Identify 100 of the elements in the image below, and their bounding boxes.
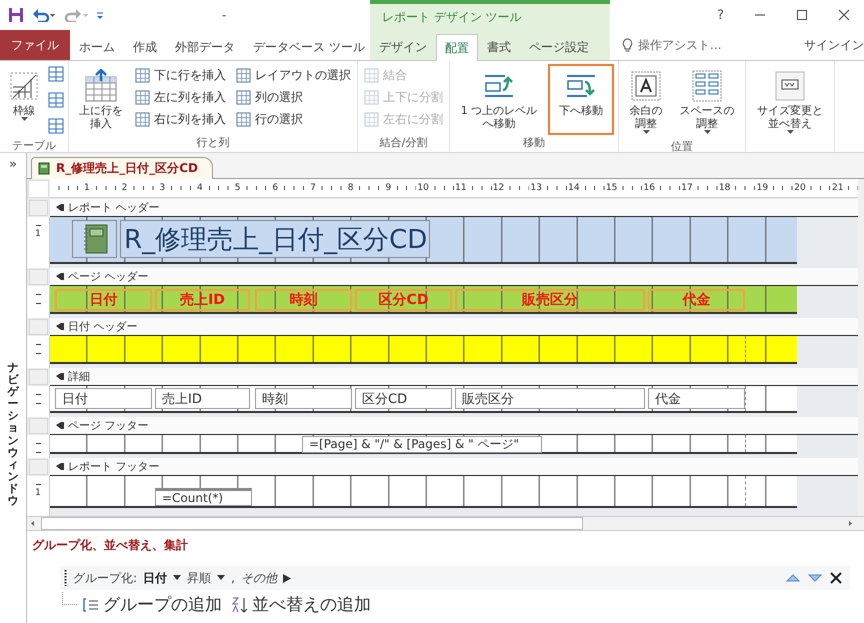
sort-order[interactable]: 昇順 [187, 570, 212, 586]
close-icon[interactable] [838, 9, 850, 21]
caret-icon [20, 117, 28, 122]
section-bar[interactable]: ページ ヘッダー [50, 268, 858, 286]
navigation-pane-title[interactable]: ナビゲーションウィンドウ [8, 362, 18, 508]
text-box[interactable]: 代金 [648, 388, 745, 409]
ruler: 1 2 3 4 5 6 7 8 9 10 11 12 13 14 15 16 17 18 19 20 21 [50, 179, 858, 198]
grid-icon [364, 68, 379, 82]
ribbon-button[interactable]: レイアウトの選択 [234, 64, 353, 86]
ribbon-tab[interactable]: 外部データ [166, 34, 244, 60]
spacing-icon [692, 70, 722, 102]
group-icon [83, 598, 99, 612]
group-by-label: グループ化: [73, 570, 138, 586]
text-box[interactable]: =Count(*) [155, 488, 252, 506]
move-up-icon [483, 74, 515, 98]
text-box[interactable]: 売上ID [155, 388, 250, 409]
ribbon-button[interactable]: 左に列を挿入 [133, 86, 228, 108]
report-icon [38, 162, 50, 175]
ruler-number: 1 [35, 230, 41, 239]
borders-icon [9, 71, 39, 101]
ribbon-button[interactable]: 右に列を挿入 [133, 108, 228, 130]
sign-in-link[interactable]: サインイン [804, 36, 864, 54]
section-bar[interactable]: 詳細 [50, 368, 858, 386]
section-bar[interactable]: ページ フッター [50, 417, 858, 435]
scrollbar-thumb[interactable] [41, 517, 583, 530]
ribbon-tab[interactable]: 配置 [436, 34, 478, 61]
move-up-icon[interactable] [786, 573, 800, 583]
grid-icon [364, 90, 379, 104]
section-marker-icon [55, 421, 65, 430]
margin-icon [631, 71, 661, 101]
size-icon [775, 71, 805, 101]
report-title[interactable]: R_修理売上_日付_区分CD [120, 220, 430, 258]
undo-icon[interactable] [32, 8, 56, 22]
text-box[interactable]: 販売区分 [455, 388, 645, 409]
move-down-icon[interactable] [808, 573, 822, 583]
ribbon-button[interactable]: 1 つ上のレベルへ移動 [454, 64, 544, 135]
table-icon [48, 92, 64, 108]
section-marker-icon [55, 203, 65, 212]
separator: , [231, 571, 235, 585]
caret-icon [786, 130, 794, 135]
ribbon-tab[interactable]: ファイル [0, 30, 70, 60]
add-group-button[interactable]: グループの追加 [83, 593, 226, 616]
group-label: 結合/分割 [378, 135, 428, 151]
group-label: 移動 [522, 135, 546, 151]
ribbon-tab[interactable]: 作成 [124, 34, 166, 60]
group-label: 行と列 [196, 135, 230, 151]
drag-handle-icon[interactable] [64, 570, 67, 586]
section-marker-icon [55, 462, 65, 471]
move-down-icon [565, 74, 597, 98]
help-button[interactable]: ? [717, 8, 724, 22]
sort-icon [232, 596, 248, 614]
grid-icon [236, 112, 251, 126]
table-icon [48, 118, 64, 134]
ribbon-button[interactable]: サイズ変更と並べ替え [750, 64, 830, 139]
notebook-icon [82, 224, 108, 254]
grid-icon [135, 68, 150, 82]
ribbon-button[interactable]: 下に行を挿入 [133, 64, 228, 86]
ruler-number: 1 [35, 489, 41, 498]
grid-icon [236, 90, 251, 104]
group-field[interactable]: 日付 [143, 570, 168, 586]
section-bar[interactable]: レポート フッター [50, 458, 858, 476]
ribbon-button[interactable]: スペースの調整 [673, 64, 741, 139]
grid-icon [236, 68, 251, 82]
ribbon-button[interactable]: 下へ移動 [548, 64, 614, 135]
ribbon-button[interactable]: 行の選択 [234, 108, 353, 130]
group-label: 位置 [670, 139, 694, 154]
grid-icon [135, 112, 150, 126]
section-bar[interactable]: 日付 ヘッダー [50, 318, 858, 336]
maximize-icon[interactable] [796, 9, 808, 21]
window-title: - [222, 8, 226, 22]
add-sort-button[interactable]: 並べ替えの追加 [232, 593, 375, 616]
text-box[interactable]: 日付 [55, 388, 152, 409]
caret-icon[interactable] [173, 575, 182, 581]
section-marker-icon [55, 272, 65, 281]
ribbon-tab[interactable]: ホーム [70, 34, 124, 60]
ribbon-button[interactable]: 列の選択 [234, 86, 353, 108]
ribbon-button[interactable]: 上に行を挿入 [73, 64, 129, 135]
grid-icon [364, 112, 379, 126]
text-box[interactable]: 時刻 [255, 388, 352, 409]
close-icon[interactable] [830, 572, 842, 584]
caret-icon[interactable] [217, 575, 226, 581]
pane-title: グループ化、並べ替え、集計 [32, 537, 189, 554]
more-link[interactable]: その他 [240, 570, 277, 586]
expand-button[interactable]: » [9, 157, 17, 172]
tell-me-field[interactable]: 操作アシスト... [622, 36, 722, 54]
ribbon-button[interactable]: 余白の調整 [623, 64, 669, 139]
ribbon-button[interactable]: 枠線 [4, 64, 44, 138]
expand-arrow-icon[interactable] [282, 574, 291, 582]
customize-icon[interactable] [96, 10, 104, 20]
context-title: レポート デザイン ツール [370, 0, 610, 30]
caret-icon [642, 130, 650, 135]
document-tab[interactable]: R_修理売上_日付_区分CD [31, 157, 214, 179]
section-marker-icon [55, 322, 65, 331]
caret-icon [704, 130, 710, 135]
section-bar[interactable]: レポート ヘッダー [50, 199, 858, 217]
group-label: テーブル [11, 138, 57, 153]
text-box[interactable]: =[Page] & "/" & [Pages] & " ページ" [302, 436, 542, 453]
lightbulb-icon [622, 38, 633, 52]
text-box[interactable]: 区分CD [355, 388, 452, 409]
table-icon [48, 66, 64, 82]
